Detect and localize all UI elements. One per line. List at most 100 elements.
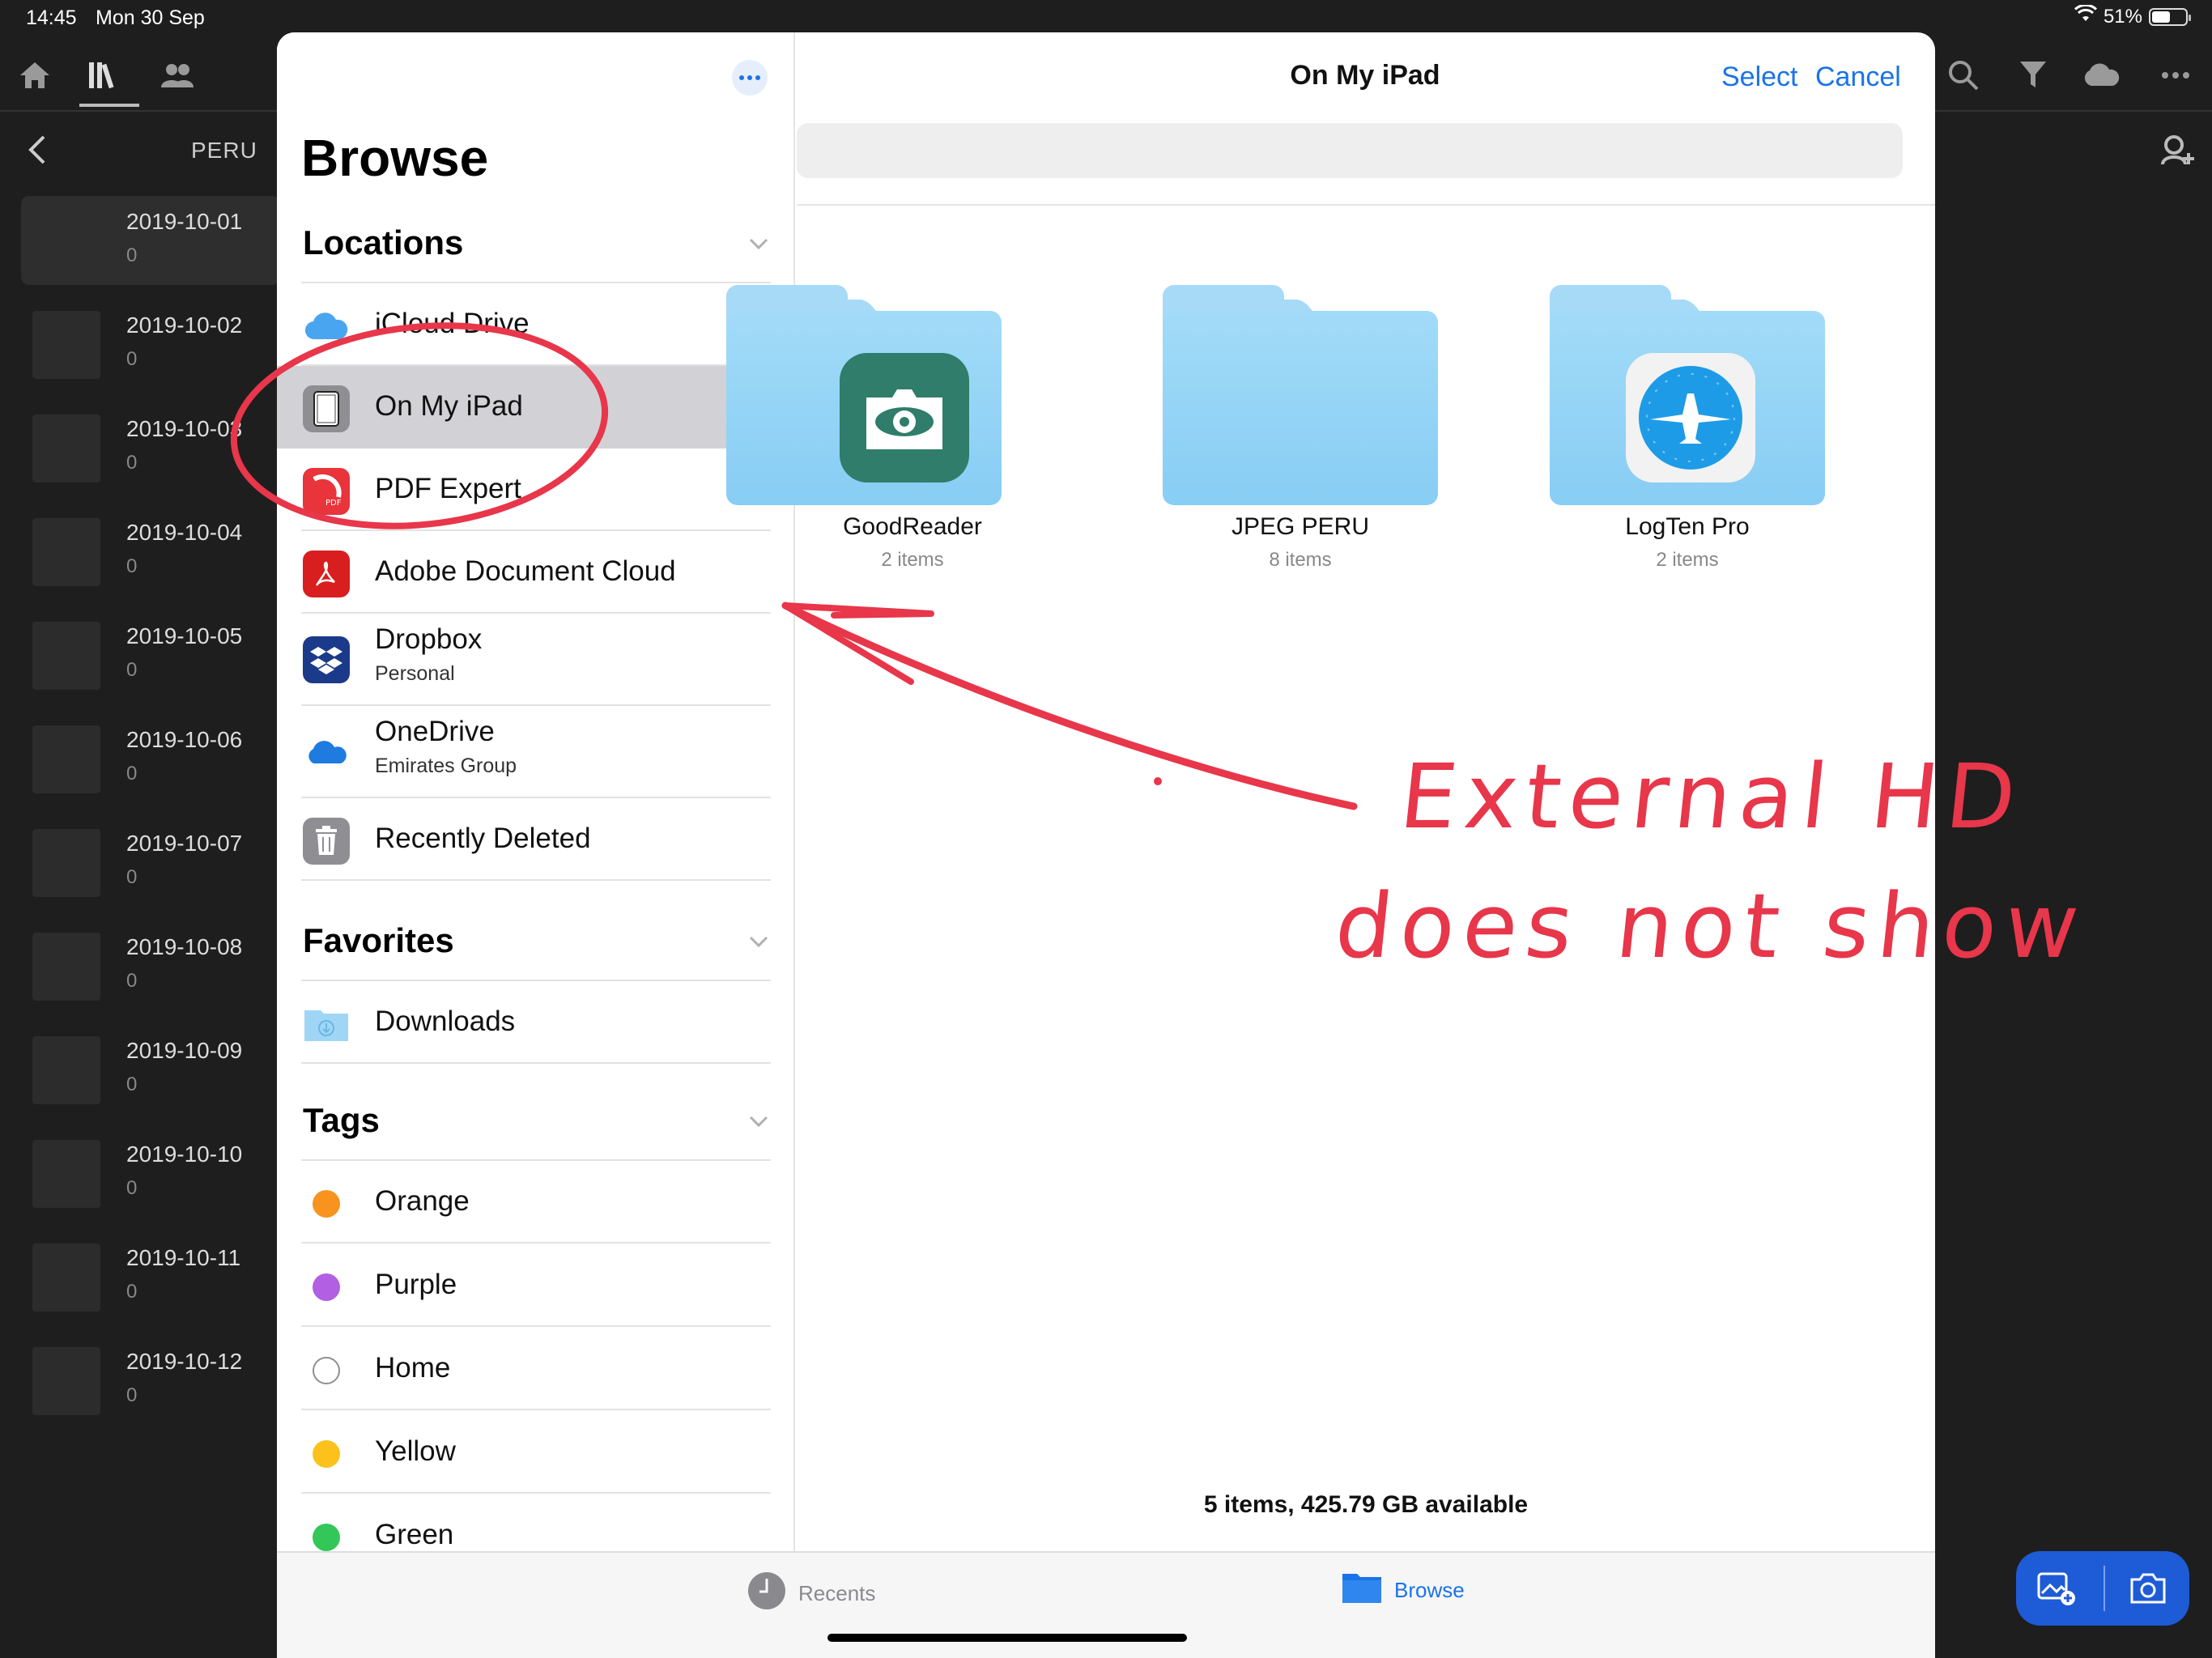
camera-icon[interactable]	[2112, 1573, 2184, 1604]
date-list-item[interactable]: 2019-10-12 0	[21, 1336, 280, 1425]
status-date: Mon 30 Sep	[96, 6, 205, 29]
favorites-header[interactable]: Favorites	[303, 921, 454, 960]
divider	[797, 204, 1935, 206]
home-indicator	[827, 1634, 1187, 1642]
location-dropbox[interactable]: Dropbox Personal	[277, 614, 795, 706]
location-pdf-expert[interactable]: PDF PDF Expert	[277, 449, 795, 531]
cloud-icon[interactable]	[2081, 55, 2121, 96]
location-recently-deleted[interactable]: Recently Deleted	[277, 798, 795, 881]
tag-orange[interactable]: Orange	[277, 1161, 795, 1244]
tags-header[interactable]: Tags	[303, 1101, 380, 1140]
add-user-icon[interactable]	[2157, 130, 2197, 170]
chevron-down-icon[interactable]	[747, 1109, 771, 1133]
tag-label: Yellow	[375, 1435, 456, 1467]
date-thumbnail	[32, 1347, 100, 1415]
tag-color-dot-icon	[313, 1357, 340, 1384]
tag-home[interactable]: Home	[277, 1328, 795, 1410]
date-list-item[interactable]: 2019-10-10 0	[21, 1129, 280, 1218]
location-onedrive[interactable]: OneDrive Emirates Group	[277, 706, 795, 798]
capture-buttons	[2016, 1551, 2189, 1626]
date-thumbnail	[32, 933, 100, 1001]
date-count: 0	[126, 763, 138, 784]
folder-goodreader[interactable]	[726, 285, 1002, 536]
tag-label: Purple	[375, 1269, 457, 1300]
select-button[interactable]: Select	[1721, 62, 1798, 93]
date-thumbnail	[32, 414, 100, 483]
date-label: 2019-10-06	[126, 727, 243, 752]
search-icon[interactable]	[1943, 55, 1984, 96]
date-thumbnail	[32, 829, 100, 897]
date-count: 0	[126, 555, 138, 577]
tag-purple[interactable]: Purple	[277, 1244, 795, 1327]
locations-header[interactable]: Locations	[303, 223, 463, 262]
date-list-item[interactable]: 2019-10-03 0	[21, 403, 280, 492]
date-thumbnail	[32, 725, 100, 793]
folder-count: 8 items	[1269, 549, 1332, 571]
date-thumbnail	[32, 311, 100, 379]
date-label: 2019-10-07	[126, 831, 243, 856]
tab-browse[interactable]: Browse	[1341, 1571, 1465, 1610]
chevron-down-icon[interactable]	[747, 232, 771, 256]
date-list-item[interactable]: 2019-10-09 0	[21, 1025, 280, 1114]
date-list-item[interactable]: 2019-10-06 0	[21, 714, 280, 803]
tab-bar: Recents Browse	[277, 1551, 1935, 1658]
status-right: 51%	[2074, 3, 2191, 28]
cancel-button[interactable]: Cancel	[1815, 62, 1901, 93]
library-icon[interactable]	[84, 55, 125, 96]
date-thumbnail	[32, 518, 100, 586]
more-icon[interactable]	[2155, 55, 2196, 96]
ipad-icon	[303, 385, 350, 432]
filter-icon[interactable]	[2013, 55, 2053, 96]
home-icon[interactable]	[15, 55, 55, 96]
chevron-down-icon[interactable]	[747, 929, 771, 954]
date-list-item[interactable]: 2019-10-08 0	[21, 921, 280, 1010]
date-count: 0	[126, 1073, 138, 1095]
people-icon[interactable]	[157, 55, 198, 96]
location-label: iCloud Drive	[375, 308, 530, 339]
date-thumbnail	[32, 1036, 100, 1104]
folder-jpeg-peru[interactable]	[1163, 285, 1438, 536]
tag-color-dot-icon	[313, 1440, 340, 1468]
date-list-item[interactable]: 2019-10-02 0	[21, 300, 280, 389]
status-time: 14:45	[26, 6, 77, 29]
back-chevron-icon[interactable]	[16, 130, 57, 170]
trash-icon	[303, 818, 350, 865]
location-icloud-drive[interactable]: iCloud Drive	[277, 283, 795, 366]
folder-count: 2 items	[1656, 549, 1719, 571]
browse-sidebar: Browse Locations iCloud Drive On My iPad…	[277, 32, 795, 1551]
tag-yellow[interactable]: Yellow	[277, 1411, 795, 1494]
tab-recents[interactable]: Recents	[747, 1571, 875, 1617]
location-adobe-document-cloud[interactable]: Adobe Document Cloud	[277, 531, 795, 614]
date-count: 0	[126, 452, 138, 474]
add-photo-icon[interactable]	[2016, 1571, 2097, 1606]
date-label: 2019-10-12	[126, 1349, 243, 1374]
wifi-icon	[2074, 3, 2097, 28]
date-label: 2019-10-04	[126, 520, 243, 545]
browse-title: Browse	[301, 129, 489, 187]
date-label: 2019-10-05	[126, 623, 243, 648]
search-input[interactable]	[797, 123, 1903, 178]
pdf-expert-icon: PDF	[303, 468, 350, 515]
tag-label: Orange	[375, 1185, 470, 1217]
location-sublabel: Personal	[375, 662, 455, 685]
date-label: 2019-10-11	[126, 1245, 241, 1270]
folder-count: 2 items	[881, 549, 944, 571]
location-label: PDF Expert	[375, 473, 521, 504]
date-count: 0	[126, 659, 138, 681]
date-count: 0	[126, 866, 138, 888]
folder-logten-pro[interactable]	[1550, 285, 1825, 536]
date-count: 0	[126, 1177, 138, 1199]
date-list-item[interactable]: 2019-10-07 0	[21, 818, 280, 907]
location-on-my-ipad[interactable]: On My iPad	[277, 366, 795, 449]
date-list-item[interactable]: 2019-10-01 0	[21, 196, 280, 285]
favorite-label: Downloads	[375, 1005, 516, 1037]
date-list-item[interactable]: 2019-10-05 0	[21, 610, 280, 699]
annotation-text-line2: does not show	[1330, 874, 2092, 978]
status-bar: 14:45 Mon 30 Sep 51%	[0, 0, 2212, 36]
downloads-folder-icon	[303, 1001, 350, 1048]
favorite-downloads[interactable]: Downloads	[277, 981, 795, 1064]
date-list-item[interactable]: 2019-10-11 0	[21, 1232, 280, 1321]
date-thumbnail	[32, 1244, 100, 1312]
folder-name: LogTen Pro	[1625, 513, 1750, 540]
date-list-item[interactable]: 2019-10-04 0	[21, 507, 280, 596]
